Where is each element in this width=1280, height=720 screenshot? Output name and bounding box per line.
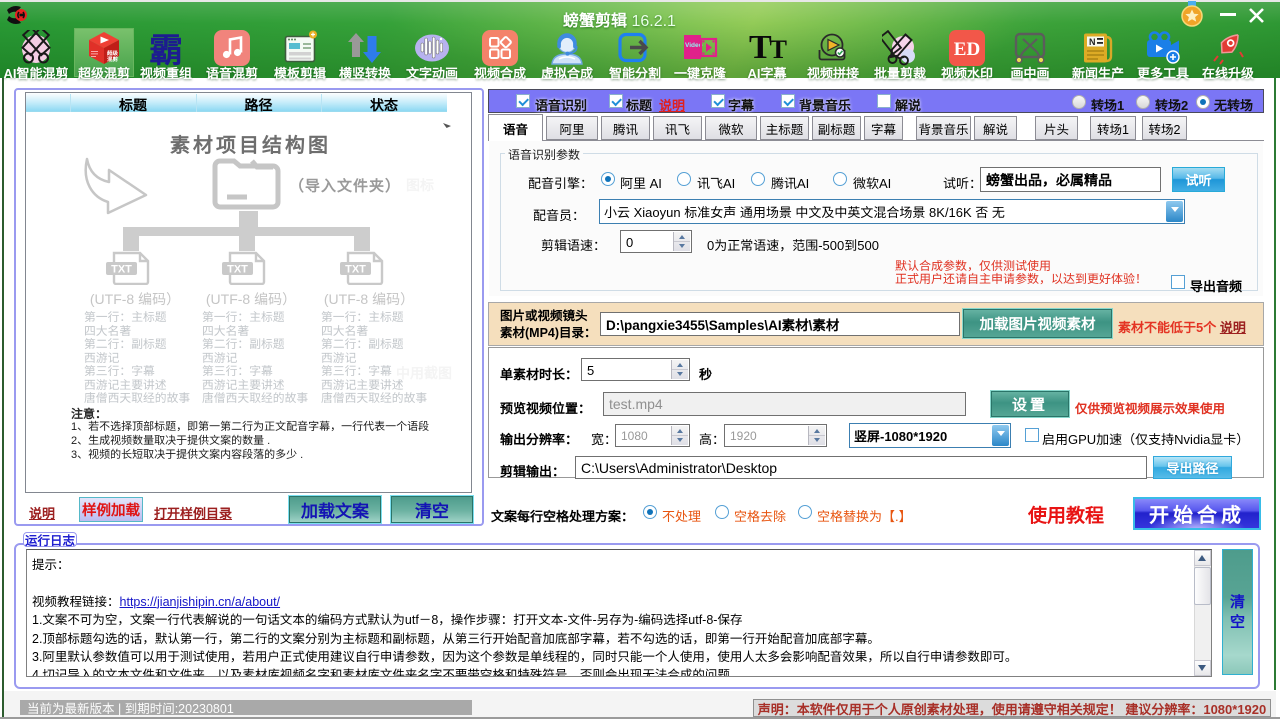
svg-text:TXT: TXT xyxy=(111,264,132,276)
svg-text:TXT: TXT xyxy=(345,264,366,276)
svg-text:混剪: 混剪 xyxy=(107,55,119,63)
svg-text:N: N xyxy=(1089,37,1096,47)
svg-text:TXT: TXT xyxy=(227,264,248,276)
svg-text:ED: ED xyxy=(954,39,980,60)
